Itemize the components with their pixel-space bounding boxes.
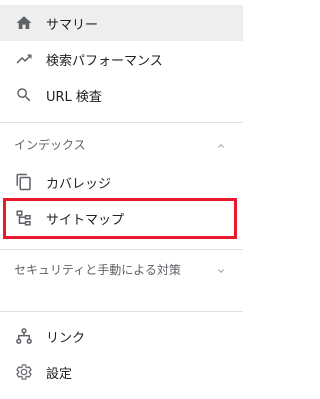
sitemap-icon — [14, 208, 34, 228]
copy-icon — [14, 172, 34, 192]
home-icon — [14, 13, 34, 33]
search-icon — [14, 85, 34, 105]
nav-item-coverage[interactable]: カバレッジ — [0, 164, 243, 200]
nav-item-summary[interactable]: サマリー — [0, 5, 243, 41]
nav-item-sitemap[interactable]: サイトマップ — [0, 200, 243, 236]
nav-item-links[interactable]: リンク — [0, 318, 243, 354]
section-header-security[interactable]: セキュリティと手動による対策 — [0, 262, 243, 296]
section-title: セキュリティと手動による対策 — [14, 263, 181, 277]
chevron-down-icon — [218, 269, 224, 273]
nav-item-label: カバレッジ — [46, 176, 112, 192]
nav-item-label: URL 検査 — [46, 89, 102, 105]
trending-up-icon — [14, 49, 34, 69]
divider — [0, 122, 243, 123]
nav-item-url-inspection[interactable]: URL 検査 — [0, 77, 243, 113]
nav-item-settings[interactable]: 設定 — [0, 354, 243, 390]
nav-item-label: 検索パフォーマンス — [46, 53, 163, 69]
section-header-index[interactable]: インデックス — [0, 137, 243, 154]
section-title: インデックス — [14, 138, 86, 152]
nav-item-search-performance[interactable]: 検索パフォーマンス — [0, 41, 243, 77]
nav-item-label: サイトマップ — [46, 212, 125, 228]
nav-item-label: 設定 — [46, 366, 73, 382]
chevron-up-icon — [218, 144, 224, 148]
nav-item-label: サマリー — [46, 17, 99, 33]
links-icon — [14, 326, 34, 346]
settings-icon — [14, 362, 34, 382]
divider — [0, 311, 243, 312]
divider — [0, 249, 243, 250]
nav-item-label: リンク — [46, 330, 86, 346]
